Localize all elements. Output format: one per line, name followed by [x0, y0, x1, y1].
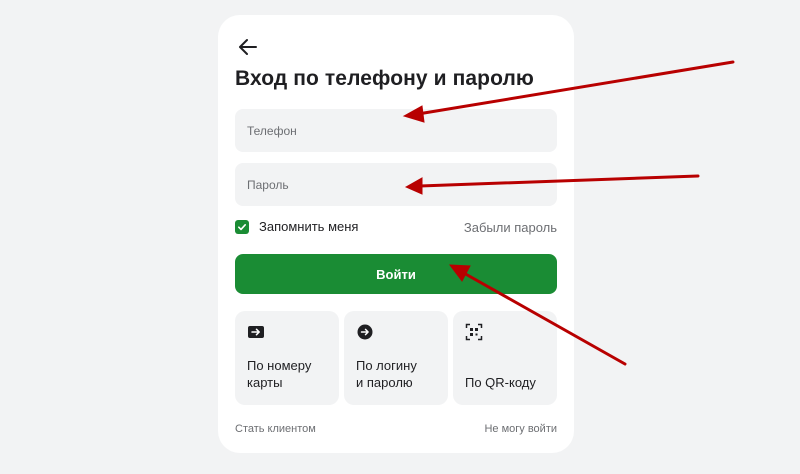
- login-card: Вход по телефону и паролю Запомнить меня…: [218, 15, 574, 453]
- method-label: По логину и паролю: [356, 358, 417, 390]
- back-arrow-icon[interactable]: [236, 35, 260, 59]
- remember-me-checkbox[interactable]: [235, 219, 249, 234]
- become-client-link[interactable]: Стать клиентом: [235, 423, 316, 435]
- cant-login-link[interactable]: Не могу войти: [484, 423, 557, 435]
- arrow-right-circle-icon: [356, 323, 374, 341]
- method-login-password[interactable]: По логину и паролю: [344, 311, 448, 405]
- arrow-right-box-icon: [247, 323, 265, 341]
- remember-me-label: Запомнить меня: [259, 219, 359, 234]
- qr-scan-icon: [465, 323, 483, 341]
- method-label: По номеру карты: [247, 358, 312, 390]
- method-label: По QR-коду: [465, 375, 536, 390]
- password-input[interactable]: [235, 163, 557, 206]
- method-qr-code[interactable]: По QR-коду: [453, 311, 557, 405]
- login-button[interactable]: Войти: [235, 254, 557, 294]
- check-icon: [238, 223, 246, 230]
- phone-input[interactable]: [235, 109, 557, 152]
- method-card-number[interactable]: По номеру карты: [235, 311, 339, 405]
- remember-me-toggle[interactable]: Запомнить меня: [235, 219, 358, 234]
- forgot-password-link[interactable]: Забыли пароль: [464, 220, 557, 235]
- page-title: Вход по телефону и паролю: [235, 67, 534, 90]
